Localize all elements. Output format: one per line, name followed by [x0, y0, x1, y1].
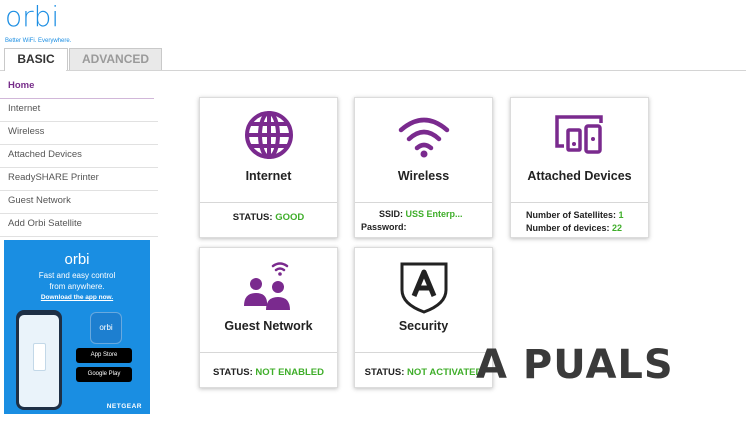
netgear-logo: NETGEAR	[106, 403, 142, 410]
security-card[interactable]: Security STATUS: NOT ACTIVATED	[354, 247, 493, 388]
phone-screen	[19, 315, 59, 407]
sidebar-item-wireless[interactable]: Wireless	[0, 122, 158, 145]
guest-network-title: Guest Network	[224, 319, 313, 333]
guest-network-card[interactable]: Guest Network STATUS: NOT ENABLED	[199, 247, 338, 388]
card-divider	[200, 202, 337, 203]
tab-basic[interactable]: BASIC	[4, 48, 68, 71]
sidebar-item-internet[interactable]: Internet	[0, 99, 158, 122]
status-label: STATUS:	[364, 367, 405, 378]
status-label: STATUS:	[232, 212, 273, 223]
logo-wordmark: orbi	[5, 0, 60, 33]
tab-advanced[interactable]: ADVANCED	[69, 48, 162, 70]
router-image	[33, 343, 46, 371]
wireless-title: Wireless	[397, 169, 450, 183]
security-title: Security	[398, 319, 449, 333]
satellites-row: Number of Satellites: 1	[526, 209, 650, 222]
orbi-logo: orbi Better WiFi. Everywhere.	[5, 0, 71, 45]
logo-tagline: Better WiFi. Everywhere.	[5, 38, 72, 44]
devices-value: 22	[612, 223, 623, 233]
appuals-watermark: A PUALS	[476, 338, 691, 390]
orbi-app-icon: orbi	[90, 312, 122, 344]
ssid-value: USS Enterp...	[405, 209, 463, 219]
ssid-row: SSID: USS Enterp...	[361, 208, 491, 221]
devices-label: Number of devices:	[526, 223, 610, 233]
security-status-value: NOT ACTIVATED	[407, 367, 483, 378]
app-store-badge[interactable]: App Store	[76, 348, 132, 363]
promo-line-1: Fast and easy control	[38, 271, 116, 280]
ssid-label: SSID:	[379, 209, 404, 219]
sidebar-item-add-satellite[interactable]: Add Orbi Satellite	[0, 214, 158, 237]
watermark-text: A PUALS	[476, 342, 674, 388]
satellites-value: 1	[618, 210, 624, 220]
internet-status: STATUS: GOOD	[200, 212, 337, 223]
card-divider	[355, 202, 492, 203]
internet-card[interactable]: Internet STATUS: GOOD	[199, 97, 338, 238]
sidebar-nav: Home Internet Wireless Attached Devices …	[0, 76, 158, 237]
password-label: Password:	[361, 222, 407, 232]
guest-network-status-value: NOT ENABLED	[255, 367, 325, 378]
card-divider	[511, 202, 648, 203]
tab-divider	[0, 70, 4, 71]
tab-divider	[66, 70, 746, 71]
devices-row: Number of devices: 22	[526, 222, 650, 235]
satellites-label: Number of Satellites:	[526, 210, 617, 220]
devices-info: Number of Satellites: 1 Number of device…	[526, 209, 650, 235]
internet-status-value: GOOD	[275, 212, 305, 223]
wireless-info: SSID: USS Enterp... Password:	[361, 208, 491, 234]
password-row: Password:	[361, 221, 491, 234]
promo-line-2: from anywhere.	[49, 282, 105, 291]
card-divider	[355, 352, 492, 353]
sidebar-item-guest-network[interactable]: Guest Network	[0, 191, 158, 214]
phone-image	[16, 310, 62, 410]
google-play-badge[interactable]: Google Play	[76, 367, 132, 382]
app-promo-banner[interactable]: orbi Fast and easy control from anywhere…	[4, 240, 150, 414]
wireless-card[interactable]: Wireless SSID: USS Enterp... Password:	[354, 97, 493, 238]
sidebar-item-readyshare-printer[interactable]: ReadySHARE Printer	[0, 168, 158, 191]
guest-users-icon	[243, 262, 290, 310]
promo-text: Fast and easy control from anywhere.	[4, 270, 150, 292]
security-status: STATUS: NOT ACTIVATED	[355, 367, 492, 378]
attached-devices-title: Attached Devices	[527, 169, 632, 183]
promo-logo: orbi	[64, 251, 90, 268]
promo-download-link[interactable]: Download the app now.	[4, 294, 150, 301]
sidebar-item-home[interactable]: Home	[0, 76, 154, 99]
attached-devices-card[interactable]: Attached Devices Number of Satellites: 1…	[510, 97, 649, 238]
globe-icon	[244, 111, 293, 159]
status-label: STATUS:	[212, 367, 253, 378]
guest-network-status: STATUS: NOT ENABLED	[200, 367, 337, 378]
card-divider	[200, 352, 337, 353]
devices-icon	[554, 115, 603, 154]
internet-title: Internet	[245, 169, 292, 183]
sidebar-item-attached-devices[interactable]: Attached Devices	[0, 145, 158, 168]
security-shield-icon	[400, 262, 447, 314]
wifi-icon	[398, 117, 449, 158]
